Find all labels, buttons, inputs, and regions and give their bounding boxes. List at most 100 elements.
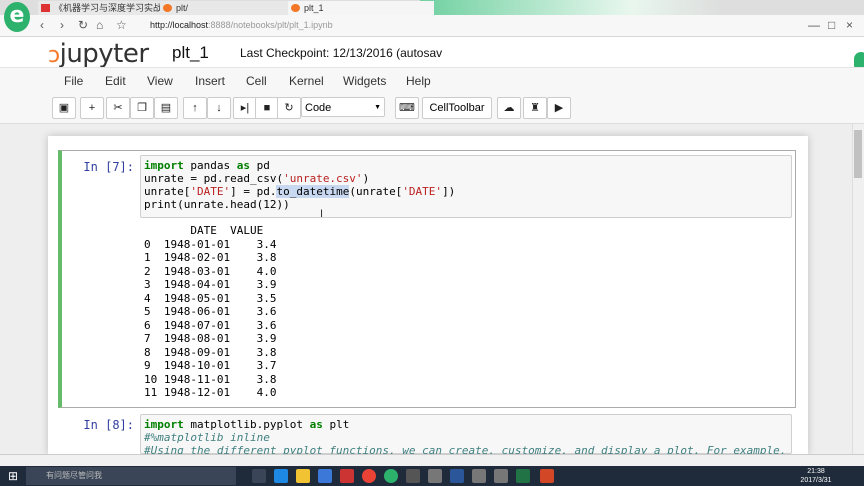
jupyter-logo-icon: ↄ bbox=[48, 43, 60, 68]
menu-view[interactable]: View bbox=[147, 74, 173, 88]
code-comment: #Using the different pyplot functions, w… bbox=[144, 444, 792, 454]
output-row: 5 1948-06-01 3.6 bbox=[144, 305, 277, 318]
app-icon[interactable] bbox=[340, 469, 354, 483]
cell-prompt: In [8]: bbox=[83, 418, 134, 432]
code-line: print(unrate.head(12)) bbox=[144, 198, 290, 211]
output-row: 6 1948-07-01 3.6 bbox=[144, 318, 277, 332]
edge-icon[interactable] bbox=[274, 469, 288, 483]
code-line: unrate = pd.read_csv('unrate.csv') bbox=[144, 172, 370, 185]
jupyter-logo[interactable]: ↄjupyter bbox=[48, 39, 149, 69]
code-keyword: as bbox=[309, 418, 323, 431]
upload-icon[interactable]: ☁ bbox=[497, 97, 521, 119]
cell-type-select[interactable]: Code ▼ bbox=[301, 97, 385, 117]
refresh-icon[interactable]: ↻ bbox=[78, 18, 88, 32]
back-icon[interactable]: ‹ bbox=[40, 18, 44, 32]
app-icon[interactable] bbox=[494, 469, 508, 483]
code-text: pandas bbox=[183, 159, 237, 172]
output-row: 8 1948-09-01 3.8 bbox=[144, 345, 277, 359]
cell-type-value: Code bbox=[305, 102, 332, 114]
browser-tab-active[interactable]: plt_1 bbox=[288, 1, 434, 15]
share-icon[interactable]: ♜ bbox=[523, 97, 547, 119]
menu-insert[interactable]: Insert bbox=[195, 74, 225, 88]
chrome-icon[interactable] bbox=[362, 469, 376, 483]
menu-help[interactable]: Help bbox=[406, 74, 431, 88]
chevron-down-icon: ▼ bbox=[374, 104, 381, 111]
taskbar-search[interactable]: 有问题尽管问我 bbox=[26, 467, 236, 485]
browser-360-icon[interactable] bbox=[384, 469, 398, 483]
menu-kernel[interactable]: Kernel bbox=[289, 74, 324, 88]
clock-time: 21:38 bbox=[807, 468, 825, 475]
output-row: 1 1948-02-01 3.8 bbox=[144, 251, 277, 264]
browser-logo-icon: e bbox=[4, 2, 30, 32]
address-bar bbox=[0, 15, 864, 37]
stop-icon[interactable]: ■ bbox=[255, 97, 279, 119]
word-icon[interactable] bbox=[450, 469, 464, 483]
url-host: http://localhost bbox=[150, 20, 209, 30]
tab-favicon-icon bbox=[163, 4, 172, 12]
taskbar-clock[interactable]: 21:38 2017/3/31 bbox=[796, 467, 836, 485]
move-down-icon[interactable]: ↓ bbox=[207, 97, 231, 119]
output-row: 9 1948-10-01 3.7 bbox=[144, 359, 277, 372]
excel-icon[interactable] bbox=[516, 469, 530, 483]
save-icon[interactable]: ▣ bbox=[52, 97, 76, 119]
maximize-icon[interactable]: □ bbox=[828, 18, 835, 32]
cut-icon[interactable]: ✂ bbox=[106, 97, 130, 119]
output-row: 2 1948-03-01 4.0 bbox=[144, 264, 277, 278]
store-icon[interactable] bbox=[318, 469, 332, 483]
task-view-icon[interactable] bbox=[252, 469, 266, 483]
run-icon[interactable]: ▸| bbox=[233, 97, 257, 119]
output-row: 0 1948-01-01 3.4 bbox=[144, 237, 277, 251]
tab-favicon-icon bbox=[291, 4, 300, 12]
browser-tab[interactable]: 《机器学习与深度学习实战》直接 bbox=[38, 1, 172, 15]
insert-cell-icon[interactable]: + bbox=[80, 97, 104, 119]
cell-toolbar-button[interactable]: CellToolbar bbox=[422, 97, 492, 119]
code-text: plt bbox=[322, 418, 350, 431]
restart-icon[interactable]: ↻ bbox=[277, 97, 301, 119]
code-text: matplotlib.pyplot bbox=[183, 418, 310, 431]
favorite-icon[interactable]: ☆ bbox=[116, 18, 127, 32]
home-icon[interactable]: ⌂ bbox=[96, 18, 103, 32]
output-row: 11 1948-12-01 4.0 bbox=[144, 386, 277, 399]
code-comment: #%matplotlib inline bbox=[144, 431, 270, 444]
powerpoint-icon[interactable] bbox=[540, 469, 554, 483]
video-icon[interactable]: ▶ bbox=[547, 97, 571, 119]
code-line: import pandas as pd bbox=[144, 159, 270, 172]
notebook-toolbar: ▣ + ✂ ❐ ▤ ↑ ↓ ▸| ■ ↻ Code ▼ ⌨ CellToolba… bbox=[0, 94, 864, 124]
menu-bar: File Edit View Insert Cell Kernel Widget… bbox=[0, 67, 864, 95]
app-icon[interactable] bbox=[406, 469, 420, 483]
paste-icon[interactable]: ▤ bbox=[154, 97, 178, 119]
move-up-icon[interactable]: ↑ bbox=[183, 97, 207, 119]
output-row: 10 1948-11-01 3.8 bbox=[144, 372, 277, 386]
app-icon[interactable] bbox=[428, 469, 442, 483]
command-palette-icon[interactable]: ⌨ bbox=[395, 97, 419, 119]
url-path: :8888/notebooks/plt/plt_1.ipynb bbox=[208, 20, 333, 30]
browser-tab[interactable]: plt/ bbox=[160, 1, 296, 15]
clock-date: 2017/3/31 bbox=[800, 477, 832, 484]
code-text: pd bbox=[249, 159, 270, 172]
close-icon[interactable]: × bbox=[846, 18, 853, 32]
forward-icon[interactable]: › bbox=[60, 18, 64, 32]
tab-label: 《机器学习与深度学习实战》直接 bbox=[54, 3, 172, 13]
output-row: 4 1948-05-01 3.5 bbox=[144, 291, 277, 305]
app-icon[interactable] bbox=[472, 469, 486, 483]
tab-bar-decoration bbox=[420, 0, 720, 15]
menu-cell[interactable]: Cell bbox=[246, 74, 267, 88]
menu-file[interactable]: File bbox=[64, 74, 83, 88]
scrollbar-thumb[interactable] bbox=[854, 130, 862, 178]
windows-start-icon[interactable]: ⊞ bbox=[0, 466, 26, 486]
notebook-name[interactable]: plt_1 bbox=[172, 43, 209, 63]
tab-favicon-icon bbox=[41, 4, 50, 12]
copy-icon[interactable]: ❐ bbox=[130, 97, 154, 119]
code-line: unrate['DATE'] = pd.to_datetime(unrate['… bbox=[144, 185, 456, 198]
menu-widgets[interactable]: Widgets bbox=[343, 74, 386, 88]
url-field[interactable]: http://localhost:8888/notebooks/plt/plt_… bbox=[150, 18, 333, 32]
explorer-icon[interactable] bbox=[296, 469, 310, 483]
output-row: 3 1948-04-01 3.9 bbox=[144, 278, 277, 291]
tab-label: plt_1 bbox=[304, 3, 324, 13]
code-keyword: as bbox=[236, 159, 250, 172]
code-keyword: import bbox=[144, 418, 184, 431]
text-cursor-icon: I bbox=[320, 208, 324, 220]
minimize-icon[interactable]: — bbox=[808, 18, 820, 32]
menu-edit[interactable]: Edit bbox=[105, 74, 126, 88]
code-line: import matplotlib.pyplot as plt bbox=[144, 418, 349, 431]
